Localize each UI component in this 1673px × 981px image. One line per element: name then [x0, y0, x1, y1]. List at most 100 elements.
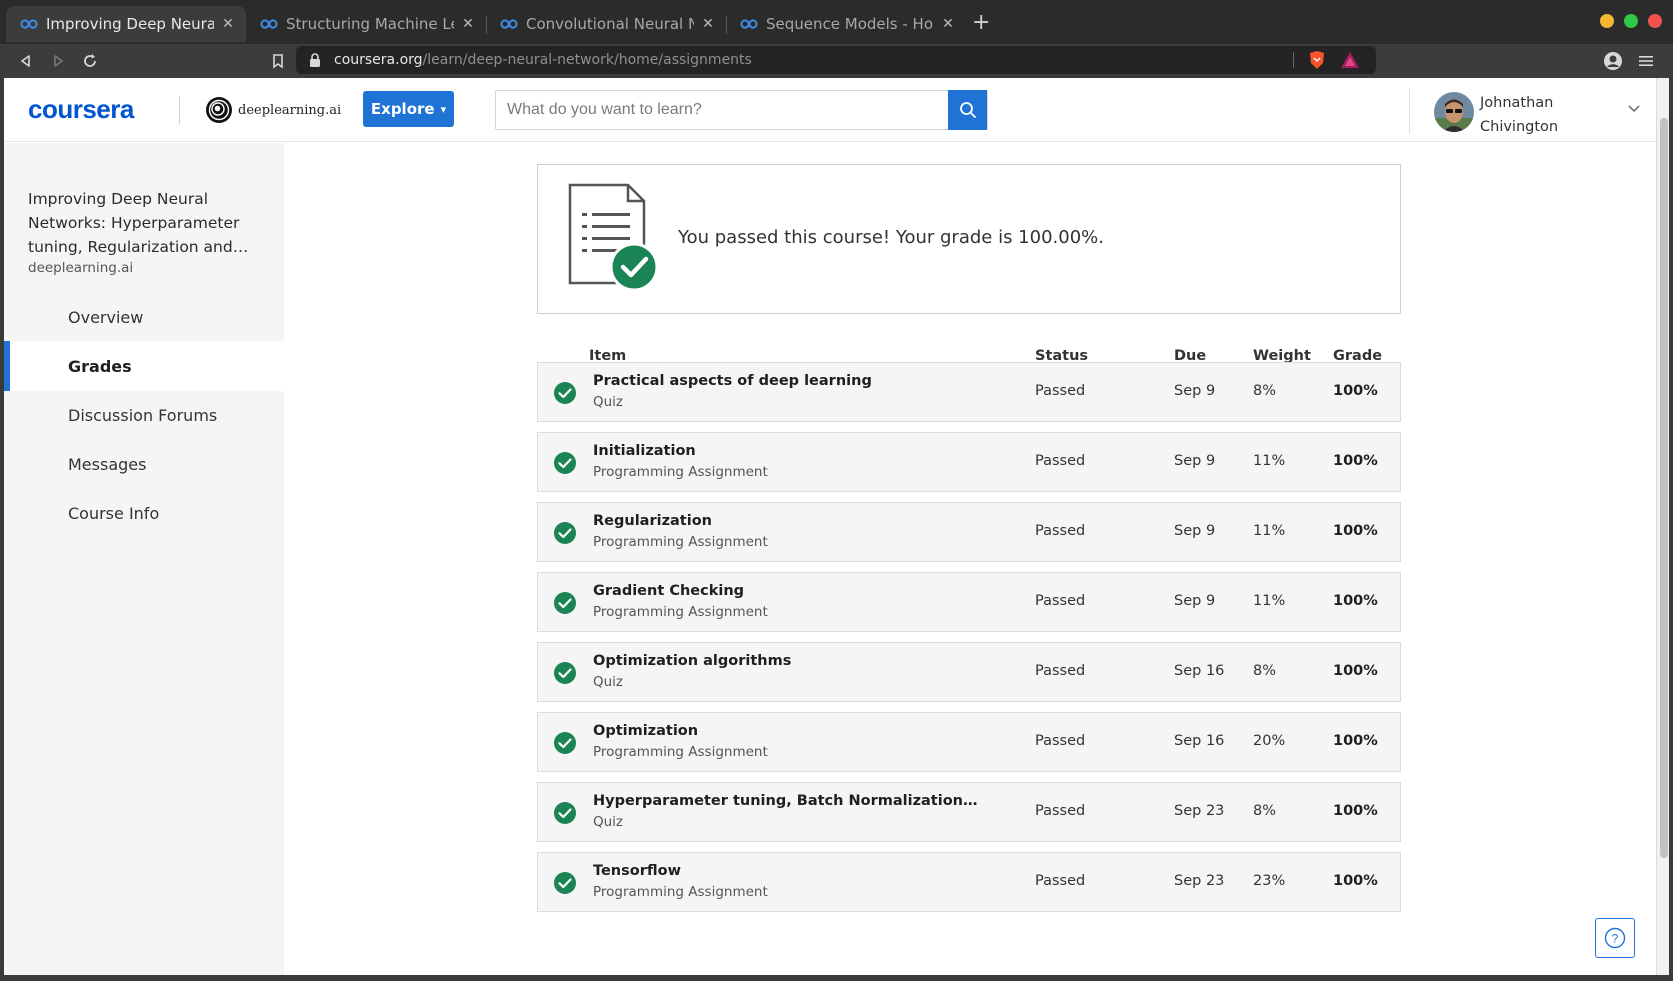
url-divider [1293, 52, 1294, 68]
user-menu-chevron-icon[interactable] [1628, 102, 1640, 116]
table-row[interactable]: Gradient Checking Programming Assignment P… [537, 572, 1401, 632]
item-status: Passed [1035, 523, 1086, 539]
bookmark-icon[interactable] [266, 49, 290, 73]
site-header: coursera deeplearning.ai Explore ▾ Johna… [4, 78, 1656, 142]
grade-message: You passed this course! Your grade is 10… [678, 227, 1104, 248]
tab-close-icon[interactable]: ✕ [700, 16, 716, 32]
item-due: Sep 16 [1174, 733, 1225, 749]
browser-tab[interactable]: Improving Deep Neural Networks ✕ [6, 6, 246, 42]
browser-toolbar: coursera.org/learn/deep-neural-network/h… [0, 44, 1673, 78]
item-grade: 100% [1333, 523, 1378, 539]
item-name[interactable]: Hyperparameter tuning, Batch Normalizati… [593, 793, 978, 809]
tab-close-icon[interactable]: ✕ [220, 16, 236, 32]
tab-title: Sequence Models - Home | [766, 15, 934, 33]
table-row[interactable]: Regularization Programming Assignment Pass… [537, 502, 1401, 562]
scrollbar-thumb[interactable] [1660, 118, 1668, 858]
item-due: Sep 16 [1174, 663, 1225, 679]
check-circle-icon [553, 381, 577, 405]
coursera-logo[interactable]: coursera [28, 94, 134, 125]
user-divider [1409, 88, 1410, 134]
url-text: coursera.org/learn/deep-neural-network/h… [334, 52, 752, 68]
page-scrollbar[interactable] [1656, 78, 1669, 975]
avatar[interactable] [1434, 92, 1474, 132]
item-name[interactable]: Practical aspects of deep learning [593, 373, 978, 389]
new-tab-icon[interactable]: + [972, 10, 990, 35]
back-icon[interactable] [14, 49, 38, 73]
coursera-favicon-icon [740, 18, 758, 30]
sidebar-item-discussion-forums[interactable]: Discussion Forums [4, 390, 284, 440]
explore-button[interactable]: Explore ▾ [363, 91, 454, 127]
search-icon [959, 102, 976, 118]
item-name[interactable]: Tensorflow [593, 863, 978, 879]
item-weight: 23% [1253, 873, 1286, 889]
item-type: Quiz [593, 674, 624, 690]
menu-icon[interactable] [1634, 49, 1658, 73]
coursera-favicon-icon [20, 18, 38, 30]
item-name[interactable]: Optimization algorithms [593, 653, 978, 669]
reload-icon[interactable] [78, 49, 102, 73]
page-viewport: coursera deeplearning.ai Explore ▾ Johna… [4, 78, 1656, 975]
check-circle-icon [553, 731, 577, 755]
item-status: Passed [1035, 803, 1086, 819]
item-name[interactable]: Optimization [593, 723, 978, 739]
maximize-window-icon[interactable] [1624, 14, 1638, 28]
item-type: Programming Assignment [593, 534, 768, 550]
user-last-name: Chivington [1480, 119, 1559, 135]
brave-shield-icon[interactable] [1308, 50, 1326, 70]
item-grade: 100% [1333, 383, 1378, 399]
item-weight: 8% [1253, 803, 1277, 819]
browser-tab[interactable]: Structuring Machine Learning ✕ [246, 6, 486, 42]
search-input[interactable] [496, 91, 945, 129]
item-weight: 20% [1253, 733, 1286, 749]
brave-rewards-icon[interactable] [1340, 51, 1360, 69]
minimize-window-icon[interactable] [1600, 14, 1614, 28]
table-row[interactable]: Initialization Programming Assignment Pass… [537, 432, 1401, 492]
sidebar-item-overview[interactable]: Overview [4, 292, 284, 342]
partner-logo[interactable]: deeplearning.ai [205, 96, 341, 124]
coursera-favicon-icon [500, 18, 518, 30]
tab-close-icon[interactable]: ✕ [940, 16, 956, 32]
item-weight: 8% [1253, 383, 1277, 399]
check-circle-icon [553, 451, 577, 475]
help-button[interactable]: ? [1595, 918, 1635, 958]
sidebar-item-course-info[interactable]: Course Info [4, 488, 284, 538]
table-row[interactable]: Optimization algorithms Quiz Passed Sep 16 8… [537, 642, 1401, 702]
search-box [495, 90, 988, 130]
item-type: Programming Assignment [593, 884, 768, 900]
profile-icon[interactable] [1601, 49, 1625, 73]
svg-text:?: ? [1612, 932, 1619, 946]
coursera-favicon-icon [260, 18, 278, 30]
user-name[interactable]: Johnathan Chivington [1480, 91, 1600, 139]
tab-title: Structuring Machine Learning [286, 15, 454, 33]
item-type: Quiz [593, 394, 624, 410]
forward-icon[interactable] [46, 49, 70, 73]
item-weight: 11% [1253, 453, 1286, 469]
search-button[interactable] [948, 90, 987, 130]
tab-close-icon[interactable]: ✕ [460, 16, 476, 32]
document-check-icon [568, 183, 660, 293]
check-circle-icon [553, 871, 577, 895]
table-row[interactable]: Hyperparameter tuning, Batch Normalizati… [537, 782, 1401, 842]
sidebar-item-messages[interactable]: Messages [4, 439, 284, 489]
item-name[interactable]: Regularization [593, 513, 978, 529]
close-window-icon[interactable] [1648, 14, 1662, 28]
address-bar[interactable]: coursera.org/learn/deep-neural-network/h… [296, 46, 1376, 74]
item-weight: 8% [1253, 663, 1277, 679]
course-sidebar: Improving Deep Neural Networks: Hyperpar… [4, 143, 284, 975]
table-row[interactable]: Optimization Programming Assignment Passed… [537, 712, 1401, 772]
sidebar-item-grades[interactable]: Grades [4, 341, 284, 391]
check-circle-icon [553, 661, 577, 685]
table-row[interactable]: Tensorflow Programming Assignment Passed Se… [537, 852, 1401, 912]
browser-tabbar: Improving Deep Neural Networks ✕ Structu… [0, 0, 1673, 44]
course-title[interactable]: Improving Deep Neural Networks: Hyperpar… [28, 187, 258, 259]
item-name[interactable]: Gradient Checking [593, 583, 978, 599]
item-name[interactable]: Initialization [593, 443, 978, 459]
table-row[interactable]: Practical aspects of deep learning Quiz Pa… [537, 362, 1401, 422]
browser-tab[interactable]: Sequence Models - Home | ✕ [726, 6, 966, 42]
url-host: coursera.org [334, 52, 423, 68]
item-status: Passed [1035, 453, 1086, 469]
item-type: Programming Assignment [593, 464, 768, 480]
browser-tab[interactable]: Convolutional Neural Networks ✕ [486, 6, 726, 42]
item-due: Sep 9 [1174, 523, 1216, 539]
deeplearning-logo-icon [205, 96, 233, 124]
